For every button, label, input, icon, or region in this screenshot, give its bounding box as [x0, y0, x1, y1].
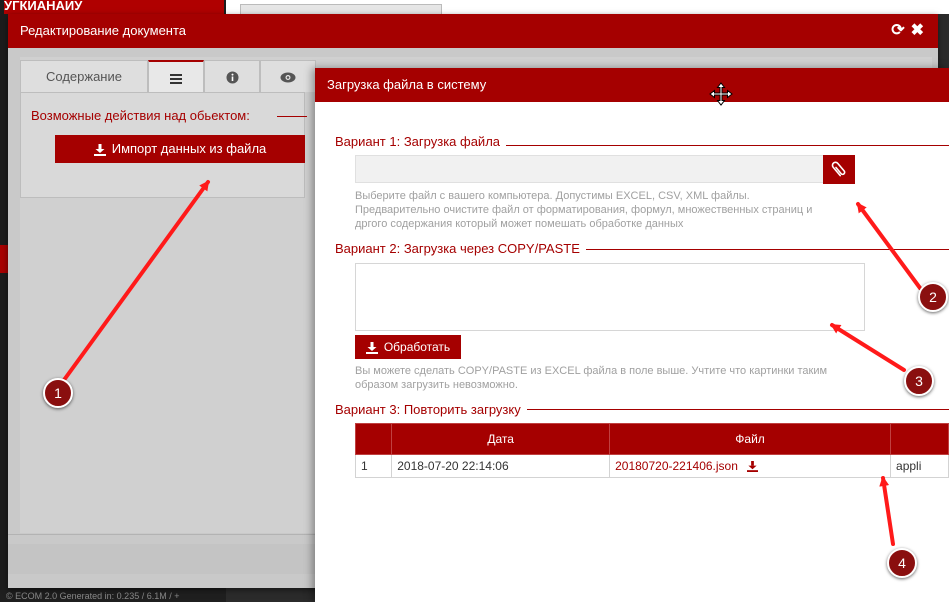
- file-link[interactable]: 20180720-221406.json: [615, 459, 738, 473]
- tab-info[interactable]: [204, 60, 260, 92]
- column-header-file: Файл: [609, 423, 892, 455]
- upload-dialog-header[interactable]: Загрузка файла в систему: [315, 68, 949, 102]
- cell-date: 2018-07-20 22:14:06: [391, 454, 611, 478]
- sidebar-active-marker: [0, 245, 8, 273]
- download-icon: [365, 341, 378, 354]
- annotation-badge-1: 1: [43, 378, 73, 408]
- close-icon[interactable]: ✖: [911, 22, 930, 39]
- attach-file-button[interactable]: [823, 155, 855, 184]
- column-header-type: [890, 423, 949, 455]
- cell-file: 20180720-221406.json: [609, 454, 892, 478]
- download-icon: [93, 143, 106, 156]
- variant2-title: Вариант 2: Загрузка через COPY/PASTE: [335, 241, 586, 256]
- variant1-title: Вариант 1: Загрузка файла: [335, 134, 507, 149]
- file-path-input[interactable]: [355, 155, 825, 183]
- cell-num: 1: [354, 454, 393, 478]
- cell-type: appli: [890, 454, 949, 478]
- app-logo: УГКИАНАИУ: [4, 0, 224, 14]
- import-from-file-button[interactable]: Импорт данных из файла: [55, 135, 305, 163]
- dialog-title: Редактирование документа: [20, 23, 187, 38]
- annotation-badge-2: 2: [918, 282, 948, 312]
- upload-dialog-title: Загрузка файла в систему: [327, 77, 487, 92]
- variant3-title: Вариант 3: Повторить загрузку: [335, 402, 527, 417]
- dialog-header: Редактирование документа ⟳✖: [8, 14, 938, 48]
- refresh-icon[interactable]: ⟳: [891, 22, 910, 39]
- process-button[interactable]: Обработать: [355, 335, 461, 359]
- process-button-label: Обработать: [383, 340, 451, 354]
- variant2-help: Вы можете сделать COPY/PASTE из EXCEL фа…: [355, 365, 828, 391]
- actions-divider: [277, 116, 307, 117]
- column-header-num: [354, 423, 393, 455]
- app-footer-text: © ECOM 2.0 Generated in: 0.235 / 6.1M / …: [0, 590, 226, 602]
- tab-preview[interactable]: [260, 60, 316, 92]
- paste-textarea[interactable]: [355, 263, 865, 331]
- variant1-help: Выберите файл с вашего компьютера. Допус…: [355, 190, 813, 230]
- annotation-badge-4: 4: [887, 548, 917, 578]
- download-icon[interactable]: [747, 461, 759, 473]
- upload-history-table: Дата Файл 1 2018-07-20 22:14:06 20180720…: [354, 423, 949, 478]
- table-row[interactable]: 1 2018-07-20 22:14:06 20180720-221406.js…: [354, 454, 949, 478]
- move-cursor-icon: [709, 82, 733, 106]
- info-icon: [226, 71, 238, 84]
- upload-file-dialog: Загрузка файла в систему Вариант 1: Загр…: [315, 68, 949, 602]
- tab-actions[interactable]: [148, 60, 204, 92]
- annotation-badge-3: 3: [904, 366, 934, 396]
- actions-title: Возможные действия над обьектом:: [31, 108, 250, 123]
- list-icon: [170, 73, 182, 84]
- tab-content[interactable]: Содержание: [20, 60, 148, 92]
- table-header-row: Дата Файл: [354, 423, 949, 455]
- import-button-label: Импорт данных из файла: [111, 141, 267, 156]
- paperclip-icon: [831, 161, 846, 177]
- column-header-date: Дата: [391, 423, 611, 455]
- eye-icon: [280, 72, 296, 83]
